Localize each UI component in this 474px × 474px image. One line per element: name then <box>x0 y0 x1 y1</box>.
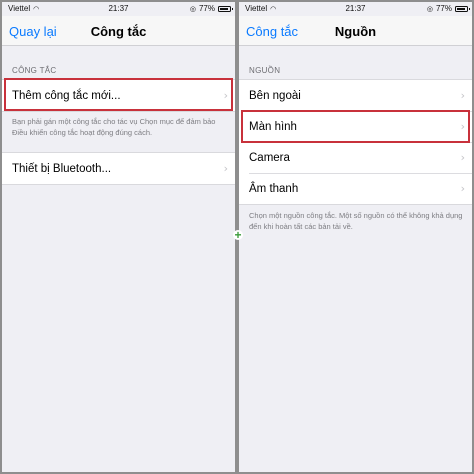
rotation-lock-icon: ◎ <box>426 5 433 13</box>
source-list: Bên ngoài › Màn hình › Camera › Âm thanh… <box>239 79 472 205</box>
footer-note: Chọn một nguồn công tắc. Một số nguồn có… <box>249 211 463 231</box>
bluetooth-devices-row[interactable]: Thiết bị Bluetooth... › <box>2 153 235 184</box>
row-label: Thêm công tắc mới... <box>12 89 121 102</box>
row-label: Camera <box>249 151 290 164</box>
battery-percent: 77% <box>435 4 452 13</box>
source-sound-row[interactable]: Âm thanh › <box>239 173 472 204</box>
plus-icon: + <box>233 228 243 242</box>
row-label: Màn hình <box>249 120 297 133</box>
add-new-switch-row[interactable]: Thêm công tắc mới... › <box>2 80 235 111</box>
section-header: NGUỒN <box>249 66 281 75</box>
chevron-right-icon: › <box>460 151 465 164</box>
battery-percent: 77% <box>198 4 215 13</box>
chevron-right-icon: › <box>223 89 228 102</box>
source-external-row[interactable]: Bên ngoài › <box>239 80 472 111</box>
nav-bar: Quay lại Công tắc <box>2 16 235 46</box>
chevron-right-icon: › <box>460 89 465 102</box>
nav-bar: Công tắc Nguồn <box>239 16 472 46</box>
rotation-lock-icon: ◎ <box>189 5 196 13</box>
bluetooth-list: Thiết bị Bluetooth... › <box>2 152 235 185</box>
page-title: Công tắc <box>90 24 147 39</box>
page-title: Nguồn <box>334 24 377 39</box>
row-label: Âm thanh <box>249 182 299 195</box>
row-label: Bên ngoài <box>249 89 301 102</box>
source-screen-row[interactable]: Màn hình › <box>239 111 472 142</box>
switch-list: Thêm công tắc mới... › <box>2 79 235 112</box>
chevron-right-icon: › <box>223 162 228 175</box>
right-screen: Viettel ◠ 21:37 ◎ 77% Công tắc Nguồn NGU… <box>239 2 472 472</box>
status-bar: Viettel ◠ 21:37 ◎ 77% <box>2 2 235 16</box>
battery-icon <box>455 5 470 12</box>
battery-icon <box>218 5 233 12</box>
status-bar: Viettel ◠ 21:37 ◎ 77% <box>239 2 472 16</box>
left-screen: Viettel ◠ 21:37 ◎ 77% Quay lại Công tắc … <box>2 2 235 472</box>
source-camera-row[interactable]: Camera › <box>239 142 472 173</box>
row-label: Thiết bị Bluetooth... <box>12 162 112 175</box>
section-header: CÔNG TẮC <box>12 66 57 75</box>
chevron-right-icon: › <box>460 120 465 133</box>
footer-note: Bạn phải gán một công tắc cho tác vụ Chọ… <box>12 117 216 137</box>
chevron-right-icon: › <box>460 182 465 195</box>
